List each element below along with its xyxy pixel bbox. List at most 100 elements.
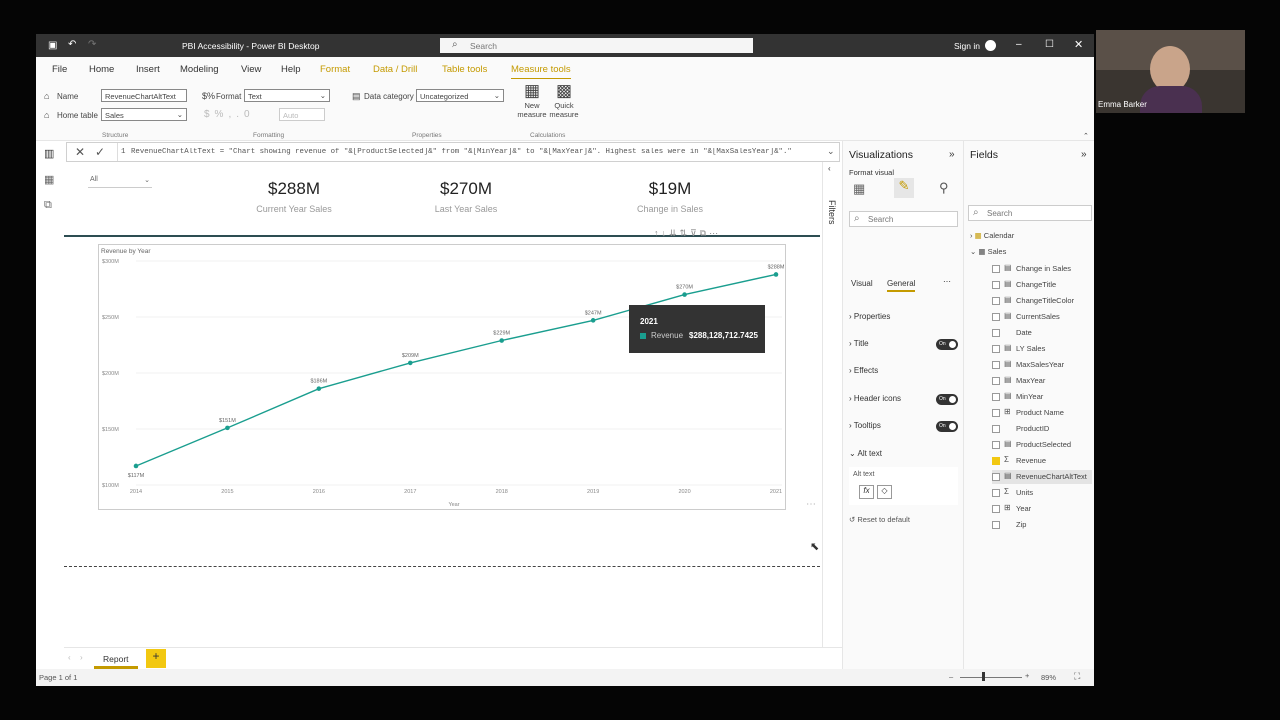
quick-measure-button[interactable]: ▩ Quick measure xyxy=(549,81,579,129)
tab-insert[interactable]: Insert xyxy=(136,64,160,75)
fx-icon[interactable]: fx xyxy=(859,485,874,499)
field-checkbox[interactable] xyxy=(992,473,1000,481)
prev-page-icon[interactable]: ‹ xyxy=(68,653,71,662)
eraser-icon[interactable]: ◇ xyxy=(877,485,892,499)
cancel-icon[interactable]: ✕ xyxy=(75,145,85,159)
field-item[interactable]: Σ Units xyxy=(992,486,1092,500)
field-item[interactable]: ▤ RevenueChartAltText xyxy=(992,470,1092,484)
tab-table-tools[interactable]: Table tools xyxy=(442,64,487,75)
tooltips-toggle[interactable]: On xyxy=(936,421,958,432)
field-checkbox[interactable] xyxy=(992,313,1000,321)
fields-search-input[interactable]: ⌕ Search xyxy=(968,205,1092,221)
field-item[interactable]: ▤ CurrentSales xyxy=(992,310,1092,324)
format-paintbrush-icon[interactable]: ✎ xyxy=(894,178,914,198)
field-checkbox[interactable] xyxy=(992,521,1000,529)
tab-modeling[interactable]: Modeling xyxy=(180,64,219,75)
zoom-in-icon[interactable]: + xyxy=(1025,671,1029,680)
field-checkbox[interactable] xyxy=(992,265,1000,273)
field-item[interactable]: ▤ MinYear xyxy=(992,390,1092,404)
field-item[interactable]: ▤ ChangeTitleColor xyxy=(992,294,1092,308)
new-measure-button[interactable]: ▦ New measure xyxy=(515,81,549,129)
zoom-slider[interactable] xyxy=(960,677,1022,678)
title-search-input[interactable]: ⌕ Search xyxy=(440,38,753,53)
expand-formula-icon[interactable]: ⌄ xyxy=(827,146,835,157)
save-icon[interactable]: ▣ xyxy=(48,40,57,51)
field-item[interactable]: Date xyxy=(992,326,1092,340)
table-sales[interactable]: ⌄ ▦ Sales xyxy=(970,247,1006,256)
redo-icon[interactable]: ↷ xyxy=(88,39,96,50)
collapse-pane-icon[interactable]: » xyxy=(949,149,955,160)
formula-text[interactable]: RevenueChartAltText = "Chart showing rev… xyxy=(131,148,821,156)
collapse-ribbon-icon[interactable]: ⌃ xyxy=(1083,132,1089,140)
section-header-icons[interactable]: › Header icons xyxy=(849,394,901,403)
more-options-icon[interactable]: ⋯ xyxy=(943,277,951,286)
field-item[interactable]: ▤ MaxSalesYear xyxy=(992,358,1092,372)
section-properties[interactable]: › Properties xyxy=(849,312,890,321)
field-item[interactable]: ▤ LY Sales xyxy=(992,342,1092,356)
report-view-icon[interactable]: ▥ xyxy=(44,147,54,160)
section-alt-text[interactable]: ⌄ Alt text xyxy=(849,449,882,458)
field-checkbox[interactable] xyxy=(992,393,1000,401)
format-search-input[interactable]: ⌕ Search xyxy=(849,211,958,227)
filters-label[interactable]: Filters xyxy=(827,200,837,225)
field-checkbox[interactable] xyxy=(992,345,1000,353)
revenue-line-chart[interactable]: Revenue by Year $100M $150M $200M $250M $300… xyxy=(98,244,788,512)
analytics-icon[interactable]: ⚲ xyxy=(939,180,949,196)
field-item[interactable]: ▤ ChangeTitle xyxy=(992,278,1092,292)
field-item[interactable]: ⊞ Product Name xyxy=(992,406,1092,420)
product-slicer[interactable]: All ⌄ xyxy=(88,176,152,188)
field-checkbox[interactable] xyxy=(992,329,1000,337)
title-toggle[interactable]: On xyxy=(936,339,958,350)
field-item[interactable]: ▤ MaxYear xyxy=(992,374,1092,388)
tab-measure-tools[interactable]: Measure tools xyxy=(511,64,571,80)
field-item[interactable]: ProductID xyxy=(992,422,1092,436)
tab-format[interactable]: Format xyxy=(320,64,350,75)
sign-in-link[interactable]: Sign in xyxy=(954,41,980,51)
visual-header-icons[interactable]: ↑↓⇊⇅⊽⧉⋯ xyxy=(654,228,721,239)
commit-icon[interactable]: ✓ xyxy=(95,145,105,159)
tab-home[interactable]: Home xyxy=(89,64,114,75)
more-options-icon[interactable]: ⋯ xyxy=(806,499,816,510)
tab-general[interactable]: General xyxy=(887,279,916,292)
field-checkbox[interactable] xyxy=(992,489,1000,497)
maximize-icon[interactable]: ☐ xyxy=(1045,39,1054,50)
table-calendar[interactable]: › ▦ Calendar xyxy=(970,231,1014,240)
tab-visual[interactable]: Visual xyxy=(851,279,873,288)
zoom-slider-handle[interactable] xyxy=(982,672,985,681)
formula-bar[interactable]: ✕ ✓ 1 RevenueChartAltText = "Chart showi… xyxy=(66,142,840,162)
field-item[interactable]: Zip xyxy=(992,518,1092,532)
field-checkbox[interactable] xyxy=(992,409,1000,417)
data-category-select[interactable]: Uncategorized ⌄ xyxy=(416,89,504,102)
page-tab-report[interactable]: Report xyxy=(94,648,138,669)
tab-data-drill[interactable]: Data / Drill xyxy=(373,64,417,75)
reset-to-default-button[interactable]: ↺ Reset to default xyxy=(849,515,910,524)
add-page-button[interactable]: + xyxy=(146,649,166,668)
field-checkbox[interactable] xyxy=(992,377,1000,385)
account-icon[interactable] xyxy=(985,40,996,51)
chevron-left-icon[interactable]: ‹ xyxy=(828,164,831,173)
field-item[interactable]: ⊞ Year xyxy=(992,502,1092,516)
decimal-places-input[interactable]: Auto xyxy=(279,108,325,121)
field-checkbox[interactable] xyxy=(992,505,1000,513)
minimize-icon[interactable]: – xyxy=(1016,39,1022,50)
currency-percent-icons[interactable]: $%,.0 xyxy=(204,109,255,120)
collapse-fields-icon[interactable]: » xyxy=(1081,149,1087,160)
close-icon[interactable]: ✕ xyxy=(1074,38,1083,51)
field-item[interactable]: Σ Revenue xyxy=(992,454,1092,468)
model-view-icon[interactable]: ⧉ xyxy=(44,199,52,212)
header-icons-toggle[interactable]: On xyxy=(936,394,958,405)
field-checkbox[interactable] xyxy=(992,297,1000,305)
filters-pane-collapsed[interactable]: ‹ Filters xyxy=(822,162,842,647)
tab-view[interactable]: View xyxy=(241,64,261,75)
field-item[interactable]: ▤ Change in Sales xyxy=(992,262,1092,276)
section-effects[interactable]: › Effects xyxy=(849,366,878,375)
section-title[interactable]: › Title xyxy=(849,339,869,348)
field-checkbox[interactable] xyxy=(992,281,1000,289)
section-tooltips[interactable]: › Tooltips xyxy=(849,421,881,430)
build-visual-icon[interactable]: ▦ xyxy=(853,181,865,197)
zoom-out-icon[interactable]: – xyxy=(949,672,953,681)
name-input[interactable]: RevenueChartAltText xyxy=(101,89,187,102)
fit-to-page-icon[interactable]: ⛶ xyxy=(1074,671,1080,682)
home-table-select[interactable]: Sales ⌄ xyxy=(101,108,187,121)
data-view-icon[interactable]: ▦ xyxy=(44,173,54,186)
